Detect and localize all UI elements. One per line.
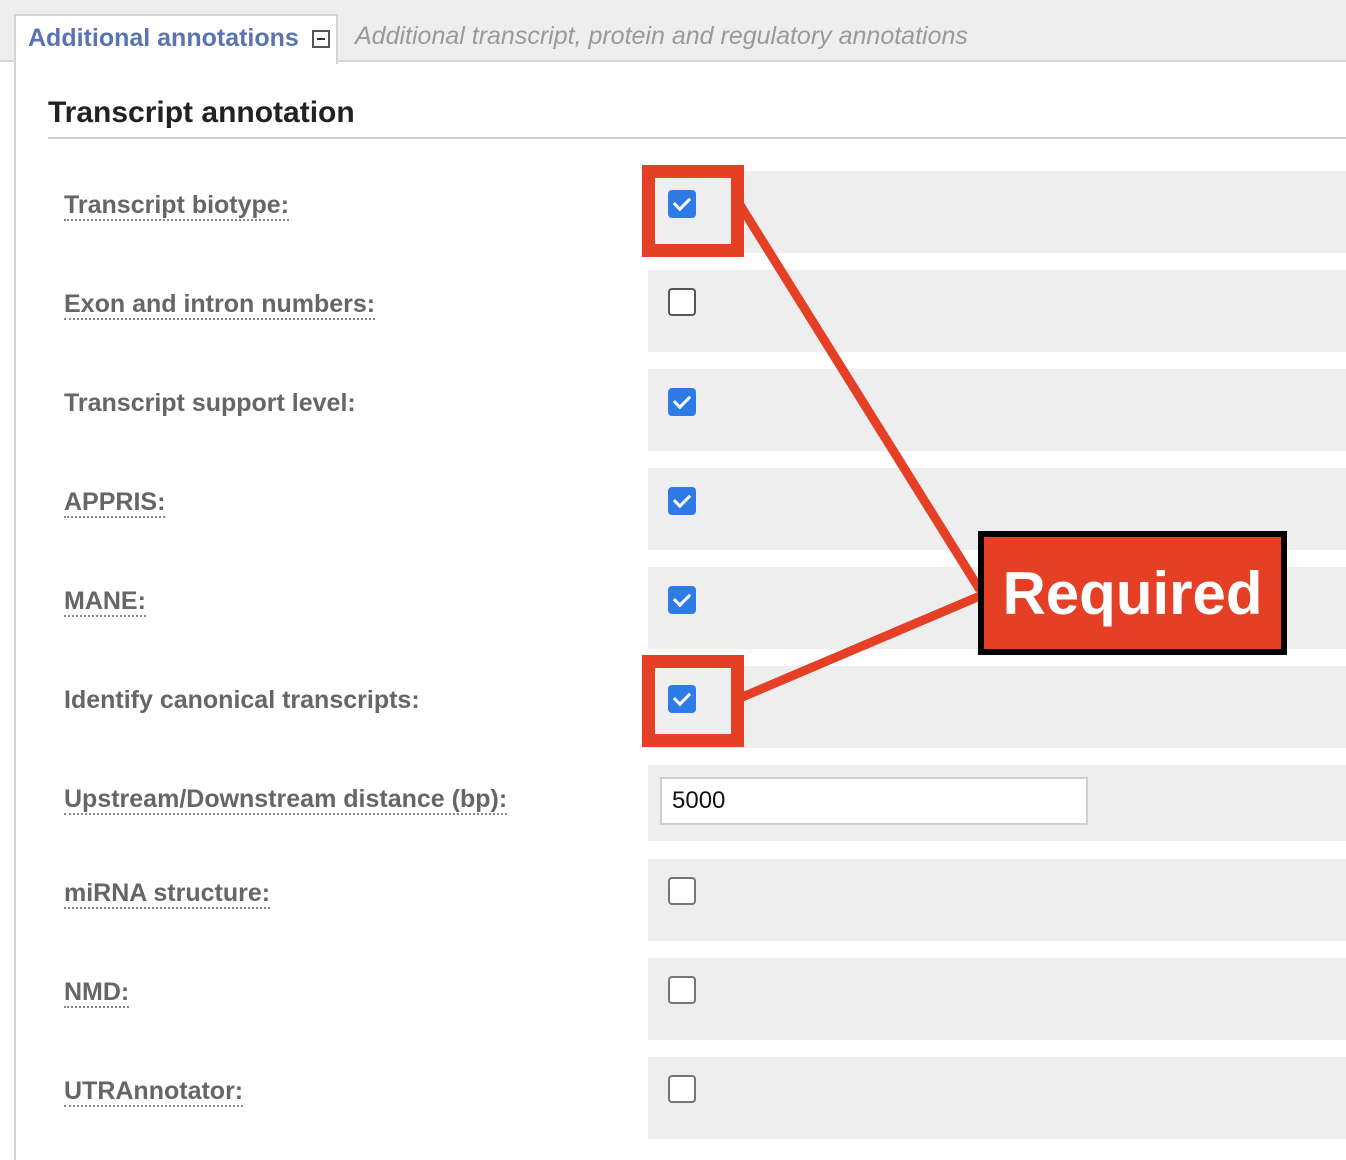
- connector-line-top: [736, 202, 984, 593]
- required-callout: Required: [978, 531, 1287, 655]
- highlight-box-transcript-biotype: [642, 165, 744, 257]
- highlight-box-canonical-transcripts: [642, 655, 744, 747]
- required-callout-text: Required: [1002, 560, 1263, 627]
- connector-line-bottom: [738, 591, 982, 703]
